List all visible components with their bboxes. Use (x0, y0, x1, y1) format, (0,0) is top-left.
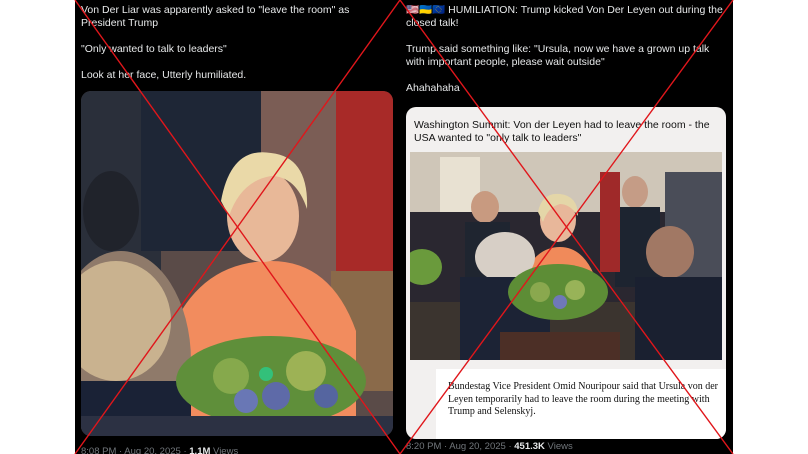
left-post-views-label: Views (210, 446, 239, 454)
right-post-views-count: 451.3K (514, 441, 545, 452)
left-post-views-count: 1.1M (189, 446, 211, 454)
right-post: 🇺🇸🇺🇦🇪🇺 HUMILIATION: Trump kicked Von Der… (400, 0, 733, 454)
flag-emojis: 🇺🇸🇺🇦🇪🇺 (406, 4, 446, 16)
article-caption-text: Bundestag Vice President Omid Nouripour … (448, 381, 718, 417)
right-post-line1: 🇺🇸🇺🇦🇪🇺 HUMILIATION: Trump kicked Von Der… (406, 4, 725, 30)
right-post-meta: 8:20 PM · Aug 20, 2025 · 451.3K Views (406, 441, 573, 452)
left-post: Von Der Liar was apparently asked to "le… (75, 0, 400, 454)
left-post-meta: 8:08 PM · Aug 20, 2025 · 1.1M Views (81, 446, 238, 454)
article-caption: Bundestag Vice President Omid Nouripour … (436, 369, 726, 439)
left-post-line3: Look at her face, Utterly humiliated. (81, 69, 247, 81)
photo-illustration (81, 91, 393, 436)
quoted-article-photo[interactable] (410, 152, 722, 360)
quoted-article-title: Washington Summit: Von der Leyen had to … (414, 119, 710, 144)
right-post-timestamp[interactable]: 8:20 PM · Aug 20, 2025 · (406, 441, 514, 452)
right-post-views-label: Views (544, 441, 573, 452)
right-post-line3: Ahahahaha (406, 82, 460, 94)
left-post-text: Von Der Liar was apparently asked to "le… (81, 4, 392, 82)
left-post-line1: Von Der Liar was apparently asked to "le… (81, 4, 353, 29)
right-post-text: 🇺🇸🇺🇦🇪🇺 HUMILIATION: Trump kicked Von Der… (406, 4, 725, 95)
left-post-photo[interactable] (81, 91, 393, 436)
right-post-line2: Trump said something like: "Ursula, now … (406, 43, 713, 68)
left-post-line2: "Only wanted to talk to leaders" (81, 43, 227, 55)
quoted-article-card[interactable]: Washington Summit: Von der Leyen had to … (406, 107, 726, 439)
right-post-headline: HUMILIATION: Trump kicked Von Der Leyen … (406, 4, 726, 29)
photo-illustration (410, 152, 722, 360)
left-post-timestamp[interactable]: 8:08 PM · Aug 20, 2025 · (81, 446, 189, 454)
